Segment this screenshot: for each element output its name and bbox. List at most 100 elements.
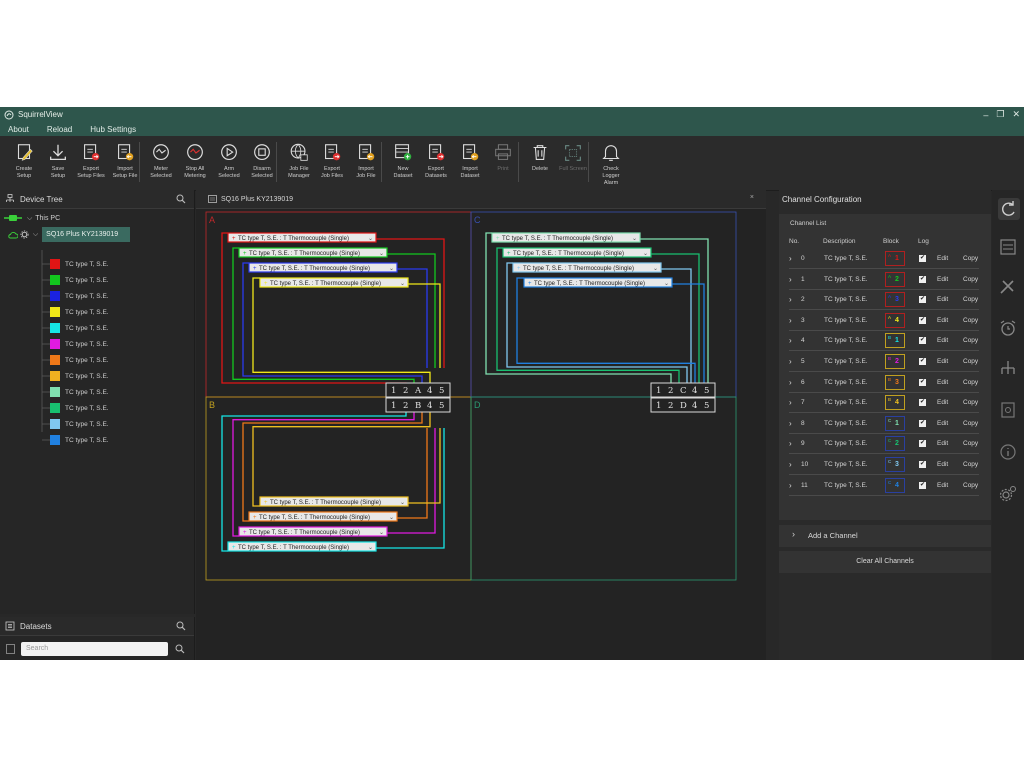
expand-chevron-icon[interactable]: › — [789, 398, 792, 407]
device-settings-icon[interactable] — [998, 400, 1018, 420]
edit-button[interactable]: Edit — [937, 358, 948, 365]
dataset-search-input[interactable]: Search — [21, 642, 168, 656]
log-checkbox[interactable]: ✔ — [919, 255, 926, 262]
import-dataset-button[interactable]: Import Dataset — [453, 142, 487, 180]
minimize-button[interactable]: – — [983, 110, 988, 120]
expand-chevron-icon[interactable]: › — [789, 316, 792, 325]
block-assignment[interactable]: C2 — [885, 436, 905, 452]
block-assignment[interactable]: B3 — [885, 374, 905, 390]
sensor-label[interactable]: + TC type T, S.E. : T Thermocouple (Singl… — [248, 511, 398, 522]
tab-close-button[interactable]: × — [750, 194, 754, 201]
sensor-label[interactable]: + TC type T, S.E. : T Thermocouple (Singl… — [238, 526, 388, 537]
edit-button[interactable]: Edit — [937, 379, 948, 386]
edit-button[interactable]: Edit — [937, 276, 948, 283]
log-checkbox[interactable]: ✔ — [919, 378, 926, 386]
sensor-label[interactable]: + TC type T, S.E. : T Thermocouple (Singl… — [248, 262, 398, 273]
channel-tree-item[interactable]: TC type T, S.E. — [40, 401, 140, 416]
channel-row[interactable]: › 7 TC type T, S.E. B 4 ✔ Edit Copy — [779, 393, 991, 414]
edit-button[interactable]: Edit — [937, 440, 948, 447]
log-checkbox[interactable]: ✔ — [919, 337, 926, 345]
new-dataset-button[interactable]: New Dataset — [386, 142, 420, 180]
block-assignment[interactable]: A3 — [885, 292, 905, 308]
channel-row[interactable]: › 10 TC type T, S.E. C 3 ✔ Edit Copy — [779, 455, 991, 475]
channel-row[interactable]: › 2 TC type T, S.E. A 3 ✔ Edit Copy — [779, 290, 991, 311]
sensor-label[interactable]: + TC type T, S.E. : T Thermocouple (Singl… — [227, 232, 377, 243]
arm-selected-button[interactable]: Arm Selected — [212, 142, 246, 180]
this-pc-node[interactable]: ⌵ This PC — [4, 214, 60, 223]
channel-tree-item[interactable]: TC type T, S.E. — [40, 273, 140, 288]
menu-reload[interactable]: Reload — [47, 125, 72, 134]
check-logger-alarm-button[interactable]: Check Logger Alarm — [594, 142, 628, 187]
expand-chevron-icon[interactable]: › — [789, 336, 792, 345]
block-assignment[interactable]: C1 — [885, 415, 905, 431]
tools-icon[interactable] — [998, 278, 1018, 296]
search-icon[interactable] — [176, 194, 186, 204]
expand-chevron-icon[interactable]: › — [789, 460, 792, 469]
block-assignment[interactable]: A2 — [885, 271, 905, 287]
channel-row[interactable]: › 3 TC type T, S.E. A 4 ✔ Edit Copy — [779, 311, 991, 331]
import-job-file-button[interactable]: Import Job File — [349, 142, 383, 180]
edit-button[interactable]: Edit — [937, 255, 948, 262]
expand-chevron-icon[interactable]: › — [789, 254, 792, 263]
copy-button[interactable]: Copy — [963, 317, 978, 324]
expand-chevron-icon[interactable]: › — [789, 295, 792, 304]
log-checkbox[interactable]: ✔ — [919, 481, 926, 489]
log-checkbox[interactable]: ✔ — [919, 275, 926, 283]
full-screen-button[interactable]: Full Screen — [556, 142, 590, 173]
alarm-clock-icon[interactable] — [998, 318, 1018, 338]
copy-button[interactable]: Copy — [963, 461, 978, 468]
copy-button[interactable]: Copy — [963, 379, 978, 386]
disarm-selected-button[interactable]: Disarm Selected — [245, 142, 279, 180]
channel-row[interactable]: › 4 TC type T, S.E. B 1 ✔ Edit Copy — [779, 331, 991, 352]
search-button-icon[interactable] — [175, 644, 185, 654]
edit-button[interactable]: Edit — [937, 296, 948, 303]
channel-tree-item[interactable]: TC type T, S.E. — [40, 321, 140, 336]
menu-hub-settings[interactable]: Hub Settings — [90, 125, 136, 134]
channel-row[interactable]: › 11 TC type T, S.E. C 4 ✔ Edit Copy — [779, 476, 991, 496]
channel-row[interactable]: › 9 TC type T, S.E. C 2 ✔ Edit Copy — [779, 434, 991, 455]
sensor-label[interactable]: + TC type T, S.E. : T Thermocouple (Singl… — [259, 496, 409, 507]
save-setup-button[interactable]: Save Setup — [41, 142, 75, 180]
log-checkbox[interactable]: ✔ — [919, 399, 926, 407]
copy-button[interactable]: Copy — [963, 276, 978, 283]
logger-settings-icon[interactable] — [998, 238, 1018, 256]
expand-chevron-icon[interactable]: › — [789, 439, 792, 448]
channel-tree-item[interactable]: TC type T, S.E. — [40, 417, 140, 432]
log-checkbox[interactable]: ✔ — [919, 440, 926, 448]
expand-chevron-icon[interactable]: › — [789, 357, 792, 366]
sensor-label[interactable]: + TC type T, S.E. : T Thermocouple (Singl… — [491, 232, 641, 243]
channel-config-rail-button[interactable] — [998, 198, 1020, 220]
copy-button[interactable]: Copy — [963, 358, 978, 365]
advanced-settings-icon[interactable] — [998, 484, 1018, 504]
block-assignment[interactable]: B4 — [885, 395, 905, 411]
edit-button[interactable]: Edit — [937, 317, 948, 324]
channel-tree-item[interactable]: TC type T, S.E. — [40, 369, 140, 384]
copy-button[interactable]: Copy — [963, 482, 978, 489]
copy-button[interactable]: Copy — [963, 440, 978, 447]
sensor-label[interactable]: + TC type T, S.E. : T Thermocouple (Singl… — [259, 277, 409, 288]
delete-button[interactable]: Delete — [523, 142, 557, 173]
print-button[interactable]: Print — [486, 142, 520, 173]
log-checkbox[interactable]: ✔ — [919, 358, 926, 365]
expand-chevron-icon[interactable]: › — [789, 378, 792, 387]
search-icon[interactable] — [176, 621, 186, 631]
logger-tab[interactable]: SQ16 Plus KY2139019 × — [196, 190, 766, 209]
channel-row[interactable]: › 5 TC type T, S.E. B 2 ✔ Edit Copy — [779, 352, 991, 372]
sensor-label[interactable]: + TC type T, S.E. : T Thermocouple (Singl… — [502, 247, 652, 258]
block-assignment[interactable]: A4 — [885, 312, 905, 328]
network-icon[interactable] — [998, 358, 1018, 378]
import-setup-file-button[interactable]: Import Setup File — [108, 142, 142, 180]
channel-tree-item[interactable]: TC type T, S.E. — [40, 337, 140, 352]
add-channel-button[interactable]: › Add a Channel — [779, 525, 991, 547]
sensor-label[interactable]: + TC type T, S.E. : T Thermocouple (Singl… — [238, 247, 388, 258]
channel-row[interactable]: › 1 TC type T, S.E. A 2 ✔ Edit Copy — [779, 270, 991, 290]
expand-chevron-icon[interactable]: › — [789, 275, 792, 284]
channel-tree-item[interactable]: TC type T, S.E. — [40, 257, 140, 272]
block-assignment[interactable]: C3 — [885, 457, 905, 472]
job-file-manager-button[interactable]: Job File Manager — [282, 142, 316, 180]
clear-all-channels-button[interactable]: Clear All Channels — [779, 551, 991, 573]
create-setup-button[interactable]: Create Setup — [7, 142, 41, 180]
sensor-label[interactable]: + TC type T, S.E. : T Thermocouple (Singl… — [512, 262, 662, 273]
channel-tree-item[interactable]: TC type T, S.E. — [40, 305, 140, 320]
export-datasets-button[interactable]: Export Datasets — [419, 142, 453, 180]
